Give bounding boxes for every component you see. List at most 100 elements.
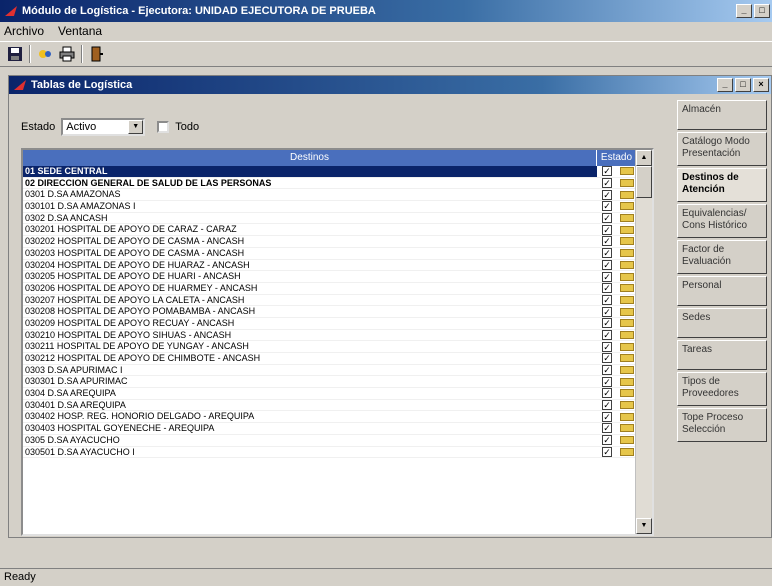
- edit-icon[interactable]: [620, 401, 634, 410]
- estado-checkbox[interactable]: ✓: [602, 213, 612, 224]
- edit-icon[interactable]: [620, 319, 634, 328]
- edit-icon[interactable]: [620, 412, 634, 421]
- print-button[interactable]: [56, 44, 78, 64]
- table-row[interactable]: 030207 HOSPITAL DE APOYO LA CALETA - ANC…: [23, 295, 637, 307]
- table-row[interactable]: 030212 HOSPITAL DE APOYO DE CHIMBOTE - A…: [23, 353, 637, 365]
- estado-checkbox[interactable]: ✓: [602, 283, 612, 294]
- child-maximize-button[interactable]: □: [735, 78, 751, 92]
- table-row[interactable]: 0301 D.SA AMAZONAS ✓: [23, 189, 637, 202]
- estado-checkbox[interactable]: ✓: [602, 435, 612, 446]
- edit-icon[interactable]: [620, 249, 634, 258]
- table-row[interactable]: 030203 HOSPITAL DE APOYO DE CASMA - ANCA…: [23, 248, 637, 260]
- edit-icon[interactable]: [620, 295, 634, 304]
- edit-icon[interactable]: [620, 214, 634, 223]
- estado-checkbox[interactable]: ✓: [602, 201, 612, 212]
- edit-icon[interactable]: [620, 447, 634, 456]
- table-row[interactable]: 0304 D.SA AREQUIPA ✓: [23, 388, 637, 400]
- table-row[interactable]: 030202 HOSPITAL DE APOYO DE CASMA - ANCA…: [23, 236, 637, 248]
- menu-archivo[interactable]: Archivo: [4, 24, 44, 38]
- child-minimize-button[interactable]: _: [717, 78, 733, 92]
- edit-icon[interactable]: [620, 424, 634, 433]
- chevron-down-icon[interactable]: ▼: [128, 120, 144, 134]
- table-row[interactable]: 0305 D.SA AYACUCHO ✓: [23, 435, 637, 447]
- side-tab-3[interactable]: Destinos de Atención: [677, 168, 767, 202]
- exit-button[interactable]: [86, 44, 108, 64]
- side-tab-1[interactable]: Almacén: [677, 100, 767, 130]
- estado-checkbox[interactable]: ✓: [602, 423, 612, 434]
- edit-icon[interactable]: [620, 260, 634, 269]
- side-tab-2[interactable]: Catálogo Modo Presentación: [677, 132, 767, 166]
- side-tab-7[interactable]: Sedes: [677, 308, 767, 338]
- estado-checkbox[interactable]: ✓: [602, 376, 612, 387]
- table-row[interactable]: 030402 HOSP. REG. HONORIO DELGADO - AREQ…: [23, 411, 637, 424]
- table-row[interactable]: 030208 HOSPITAL DE APOYO POMABAMBA - ANC…: [23, 306, 637, 318]
- preview-button[interactable]: [34, 44, 56, 64]
- maximize-button[interactable]: □: [754, 4, 770, 18]
- side-tab-5[interactable]: Factor de Evaluación: [677, 240, 767, 274]
- estado-checkbox[interactable]: ✓: [602, 400, 612, 411]
- scroll-up-icon[interactable]: ▲: [636, 150, 652, 166]
- edit-icon[interactable]: [620, 307, 634, 316]
- vertical-scrollbar[interactable]: ▲ ▼: [635, 150, 652, 534]
- estado-checkbox[interactable]: ✓: [602, 294, 612, 305]
- table-row[interactable]: 030501 D.SA AYACUCHO I ✓: [23, 447, 637, 459]
- estado-checkbox[interactable]: ✓: [602, 224, 612, 235]
- edit-icon[interactable]: [620, 237, 634, 246]
- table-row[interactable]: 0303 D.SA APURIMAC I ✓: [23, 365, 637, 377]
- table-row[interactable]: 0302 D.SA ANCASH ✓: [23, 213, 637, 225]
- estado-checkbox[interactable]: ✓: [602, 365, 612, 376]
- edit-icon[interactable]: [620, 167, 634, 176]
- estado-checkbox[interactable]: ✓: [602, 446, 612, 457]
- save-button[interactable]: [4, 44, 26, 64]
- estado-checkbox[interactable]: ✓: [602, 166, 612, 177]
- estado-checkbox[interactable]: ✓: [602, 236, 612, 247]
- edit-icon[interactable]: [620, 366, 634, 375]
- side-tab-8[interactable]: Tareas: [677, 340, 767, 370]
- edit-icon[interactable]: [620, 436, 634, 445]
- side-tab-9[interactable]: Tipos de Proveedores: [677, 372, 767, 406]
- edit-icon[interactable]: [620, 225, 634, 234]
- estado-checkbox[interactable]: ✓: [602, 341, 612, 352]
- edit-icon[interactable]: [620, 330, 634, 339]
- table-row[interactable]: 030101 D.SA AMAZONAS I ✓: [23, 201, 637, 213]
- edit-icon[interactable]: [620, 354, 634, 363]
- table-row[interactable]: 030206 HOSPITAL DE APOYO DE HUARMEY - AN…: [23, 283, 637, 295]
- estado-checkbox[interactable]: ✓: [602, 189, 612, 200]
- side-tab-10[interactable]: Tope Proceso Selección: [677, 408, 767, 442]
- child-close-button[interactable]: ×: [753, 78, 769, 92]
- edit-icon[interactable]: [620, 389, 634, 398]
- side-tab-6[interactable]: Personal: [677, 276, 767, 306]
- menu-ventana[interactable]: Ventana: [58, 24, 102, 38]
- scroll-thumb[interactable]: [636, 166, 652, 198]
- table-row[interactable]: 030204 HOSPITAL DE APOYO DE HUARAZ - ANC…: [23, 260, 637, 272]
- estado-checkbox[interactable]: ✓: [602, 411, 612, 422]
- edit-icon[interactable]: [620, 342, 634, 351]
- header-destinos[interactable]: Destinos: [23, 150, 597, 166]
- edit-icon[interactable]: [620, 377, 634, 386]
- estado-checkbox[interactable]: ✓: [602, 306, 612, 317]
- edit-icon[interactable]: [620, 272, 634, 281]
- estado-checkbox[interactable]: ✓: [602, 248, 612, 259]
- estado-checkbox[interactable]: ✓: [602, 353, 612, 364]
- estado-checkbox[interactable]: ✓: [602, 318, 612, 329]
- table-row[interactable]: 030209 HOSPITAL DE APOYO RECUAY - ANCASH…: [23, 318, 637, 330]
- table-row[interactable]: 030401 D.SA AREQUIPA ✓: [23, 400, 637, 412]
- edit-icon[interactable]: [620, 190, 634, 199]
- table-row[interactable]: 030301 D.SA APURIMAC ✓: [23, 376, 637, 389]
- side-tab-4[interactable]: Equivalencias/ Cons Histórico: [677, 204, 767, 238]
- estado-checkbox[interactable]: ✓: [602, 271, 612, 282]
- estado-checkbox[interactable]: ✓: [602, 388, 612, 399]
- estado-checkbox[interactable]: ✓: [602, 178, 612, 189]
- table-row[interactable]: 01 SEDE CENTRAL ✓: [23, 166, 637, 178]
- estado-checkbox[interactable]: ✓: [602, 329, 612, 340]
- table-row[interactable]: 030205 HOSPITAL DE APOYO DE HUARI - ANCA…: [23, 271, 637, 283]
- scroll-down-icon[interactable]: ▼: [636, 518, 652, 534]
- table-row[interactable]: 030210 HOSPITAL DE APOYO SIHUAS - ANCASH…: [23, 330, 637, 342]
- table-row[interactable]: 030211 HOSPITAL DE APOYO DE YUNGAY - ANC…: [23, 341, 637, 353]
- estado-select[interactable]: Activo ▼: [61, 118, 146, 136]
- minimize-button[interactable]: _: [736, 4, 752, 18]
- edit-icon[interactable]: [620, 179, 634, 188]
- table-row[interactable]: 02 DIRECCION GENERAL DE SALUD DE LAS PER…: [23, 178, 637, 190]
- header-estado[interactable]: Estado: [597, 150, 637, 166]
- edit-icon[interactable]: [620, 284, 634, 293]
